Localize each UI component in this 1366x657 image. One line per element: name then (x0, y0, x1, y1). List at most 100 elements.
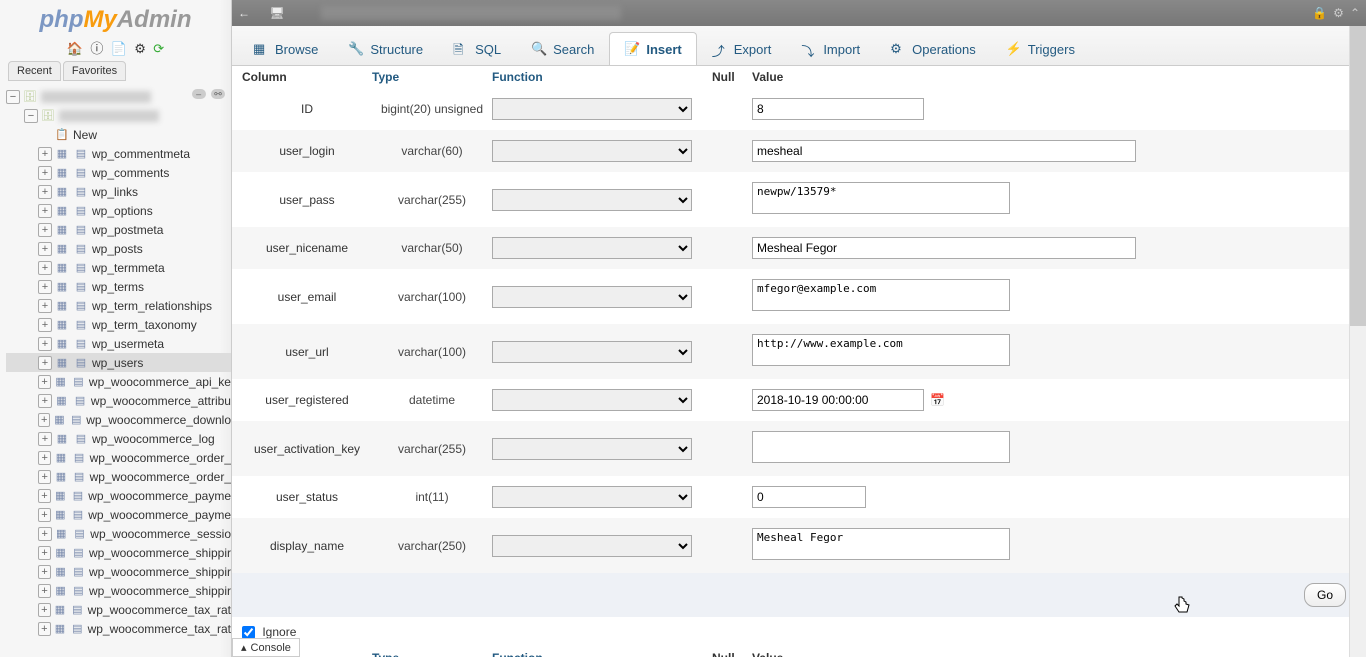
browse-icon[interactable]: ▦ (54, 241, 70, 257)
browse-icon[interactable]: ▦ (53, 621, 67, 637)
browse-icon[interactable]: ▦ (53, 469, 68, 485)
browse-icon[interactable]: ▦ (54, 222, 70, 238)
browse-icon[interactable]: ▦ (54, 203, 70, 219)
tree-table[interactable]: +▦▤wp_woocommerce_shippir (6, 581, 231, 600)
function-select[interactable] (492, 140, 692, 162)
tree-table[interactable]: +▦▤wp_woocommerce_log (6, 429, 231, 448)
browse-icon[interactable]: ▦ (52, 412, 66, 428)
tab-triggers[interactable]: ⚡Triggers (991, 32, 1090, 65)
browse-icon[interactable]: ▦ (54, 355, 70, 371)
tree-table[interactable]: +▦▤wp_woocommerce_tax_rat (6, 619, 231, 638)
browse-icon[interactable]: ▦ (54, 146, 70, 162)
tree-new[interactable]: . 📋 New (6, 125, 231, 144)
tree-table[interactable]: +▦▤wp_woocommerce_payme (6, 505, 231, 524)
tree-database[interactable]: − 🗄 (6, 106, 231, 125)
go-button[interactable]: Go (1304, 583, 1346, 607)
tab-browse[interactable]: ▦Browse (238, 32, 333, 65)
tree-table[interactable]: +▦▤wp_usermeta (6, 334, 231, 353)
reload-icon[interactable]: ⟳ (153, 41, 164, 57)
value-input[interactable] (752, 389, 924, 411)
function-select[interactable] (492, 341, 692, 363)
tree-table[interactable]: +▦▤wp_terms (6, 277, 231, 296)
function-select[interactable] (492, 189, 692, 211)
tree-table[interactable]: +▦▤wp_posts (6, 239, 231, 258)
function-select[interactable] (492, 286, 692, 308)
browse-icon[interactable]: ▦ (53, 488, 68, 504)
value-textarea[interactable] (752, 431, 1010, 463)
browse-icon[interactable]: ▦ (53, 602, 67, 618)
browse-icon[interactable]: ▦ (54, 279, 70, 295)
tree-table[interactable]: +▦▤wp_term_relationships (6, 296, 231, 315)
tree-table[interactable]: +▦▤wp_woocommerce_attribu (6, 391, 231, 410)
function-select[interactable] (492, 438, 692, 460)
value-textarea[interactable]: mfegor@example.com (752, 279, 1010, 311)
tab-import[interactable]: ⤵Import (786, 32, 875, 65)
browse-icon[interactable]: ▦ (53, 545, 68, 561)
browse-icon[interactable]: ▦ (53, 583, 68, 599)
tree-table[interactable]: +▦▤wp_comments (6, 163, 231, 182)
browse-icon[interactable]: ▦ (54, 526, 69, 542)
logout-icon[interactable]: ⓘ (90, 38, 103, 57)
tree-table[interactable]: +▦▤wp_termmeta (6, 258, 231, 277)
browse-icon[interactable]: ▦ (53, 564, 68, 580)
tab-export[interactable]: ⤴Export (697, 32, 787, 65)
scrollbar-thumb[interactable] (1350, 26, 1366, 326)
sidebar-tab-favorites[interactable]: Favorites (63, 61, 126, 81)
tree-table[interactable]: +▦▤wp_term_taxonomy (6, 315, 231, 334)
tree-table[interactable]: +▦▤wp_links (6, 182, 231, 201)
sidebar-tab-recent[interactable]: Recent (8, 61, 61, 81)
browse-icon[interactable]: ▦ (54, 260, 70, 276)
browse-icon[interactable]: ▦ (54, 165, 70, 181)
browse-icon[interactable]: ▦ (54, 298, 70, 314)
console-toggle[interactable]: ▴ Console (232, 638, 300, 657)
nav-toggle-icon[interactable]: ← (238, 6, 250, 20)
home-icon[interactable]: 🏠 (67, 41, 83, 57)
calendar-icon[interactable]: 📅 (930, 393, 946, 409)
server-icon[interactable]: 🖥 (269, 6, 284, 20)
nav-tree[interactable]: − 🗄 − 🗄 . 📋 New +▦▤wp_commentmeta+▦▤wp_c… (0, 81, 231, 641)
tree-table[interactable]: +▦▤wp_woocommerce_payme (6, 486, 231, 505)
tree-table[interactable]: +▦▤wp_woocommerce_downlo (6, 410, 231, 429)
settings-top-icon[interactable]: ⚙ (1333, 6, 1344, 20)
tree-table[interactable]: +▦▤wp_woocommerce_order_ (6, 467, 231, 486)
function-select[interactable] (492, 535, 692, 557)
tree-table[interactable]: +▦▤wp_woocommerce_shippir (6, 562, 231, 581)
tree-table[interactable]: +▦▤wp_commentmeta (6, 144, 231, 163)
browse-icon[interactable]: ▦ (53, 507, 68, 523)
tab-search[interactable]: 🔍Search (516, 32, 609, 65)
docs-icon[interactable]: 📄 (111, 41, 127, 57)
collapse-icon[interactable]: – (192, 89, 206, 99)
tab-operations[interactable]: ⚙Operations (875, 32, 991, 65)
function-select[interactable] (492, 98, 692, 120)
tree-table[interactable]: +▦▤wp_woocommerce_api_ke (6, 372, 231, 391)
tree-table[interactable]: +▦▤wp_woocommerce_sessio (6, 524, 231, 543)
browse-icon[interactable]: ▦ (54, 431, 70, 447)
value-input[interactable] (752, 98, 924, 120)
browse-icon[interactable]: ▦ (54, 184, 70, 200)
browse-icon[interactable]: ▦ (54, 317, 70, 333)
tab-sql[interactable]: 🗎SQL (438, 32, 516, 65)
function-select[interactable] (492, 237, 692, 259)
value-textarea[interactable]: newpw/13579* (752, 182, 1010, 214)
logo[interactable]: phpMyAdmin (0, 0, 231, 36)
browse-icon[interactable]: ▦ (53, 450, 68, 466)
tree-table[interactable]: +▦▤wp_woocommerce_tax_rat (6, 600, 231, 619)
tree-table[interactable]: +▦▤wp_woocommerce_shippir (6, 543, 231, 562)
lock-icon[interactable]: 🔒 (1312, 6, 1327, 20)
tree-table[interactable]: +▦▤wp_users (6, 353, 231, 372)
settings-icon[interactable]: ⚙ (134, 41, 146, 57)
tree-table[interactable]: +▦▤wp_postmeta (6, 220, 231, 239)
value-textarea[interactable]: Mesheal Fegor (752, 528, 1010, 560)
scrollbar[interactable] (1349, 26, 1366, 657)
value-input[interactable] (752, 237, 1136, 259)
tree-table[interactable]: +▦▤wp_options (6, 201, 231, 220)
value-input[interactable] (752, 486, 866, 508)
collapse-top-icon[interactable]: ⌃ (1350, 6, 1360, 20)
header-function[interactable]: Function (492, 70, 712, 84)
browse-icon[interactable]: ▦ (54, 393, 70, 409)
header-type[interactable]: Type (372, 70, 492, 84)
function-select[interactable] (492, 389, 692, 411)
browse-icon[interactable]: ▦ (54, 336, 70, 352)
tab-insert[interactable]: 📝Insert (609, 32, 696, 65)
browse-icon[interactable]: ▦ (53, 374, 68, 390)
